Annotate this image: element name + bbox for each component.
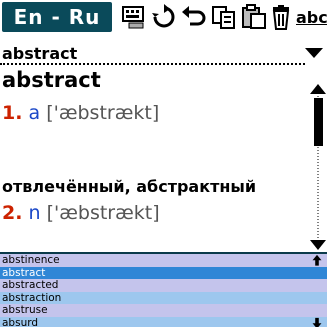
translation-text: отвлечённый, абстрактный [2, 177, 257, 196]
scroll-down-icon [310, 240, 326, 250]
list-item[interactable]: abstinence [0, 254, 327, 267]
scroll-thumb [314, 98, 323, 146]
transcription: ['æbstrækt] [46, 102, 160, 124]
toolbar: En - Ru abc [0, 0, 327, 36]
search-bar [0, 40, 327, 66]
article-view: abstract 1. a ['æbstrækt] отвлечённый, а… [0, 66, 310, 249]
list-item[interactable]: abstracted [0, 279, 327, 292]
transcription: ['æbstrækt] [46, 202, 160, 224]
keyboard-icon[interactable] [120, 4, 148, 30]
input-mode-toggle[interactable]: abc [296, 8, 327, 27]
sense-2: 2. n ['æbstrækt] [2, 202, 160, 224]
trash-icon[interactable] [268, 4, 296, 30]
article-scrollbar[interactable] [310, 84, 327, 250]
sense-number: 2. [2, 202, 23, 224]
refresh-icon[interactable] [150, 4, 178, 30]
dropdown-arrow-icon[interactable] [304, 46, 324, 60]
scroll-up-arrow-icon[interactable] [311, 254, 323, 267]
part-of-speech: n [28, 202, 41, 224]
part-of-speech: a [28, 102, 41, 124]
sense-1: 1. a ['æbstrækt] [2, 102, 159, 124]
list-item[interactable]: abstruse [0, 304, 327, 317]
scroll-up-icon [310, 84, 326, 94]
word-list: abstinence abstract abstracted abstracti… [0, 252, 327, 327]
paste-icon[interactable] [240, 4, 268, 30]
list-item-selected[interactable]: abstract [0, 266, 327, 279]
copy-icon[interactable] [210, 4, 238, 30]
search-underline [0, 63, 305, 65]
headword: abstract [2, 68, 101, 92]
list-item[interactable]: absurd [0, 316, 327, 327]
sense-number: 1. [2, 102, 23, 124]
list-item[interactable]: abstraction [0, 291, 327, 304]
undo-icon[interactable] [180, 4, 208, 30]
language-pair-button[interactable]: En - Ru [2, 2, 112, 32]
scroll-down-arrow-icon[interactable] [311, 317, 323, 327]
